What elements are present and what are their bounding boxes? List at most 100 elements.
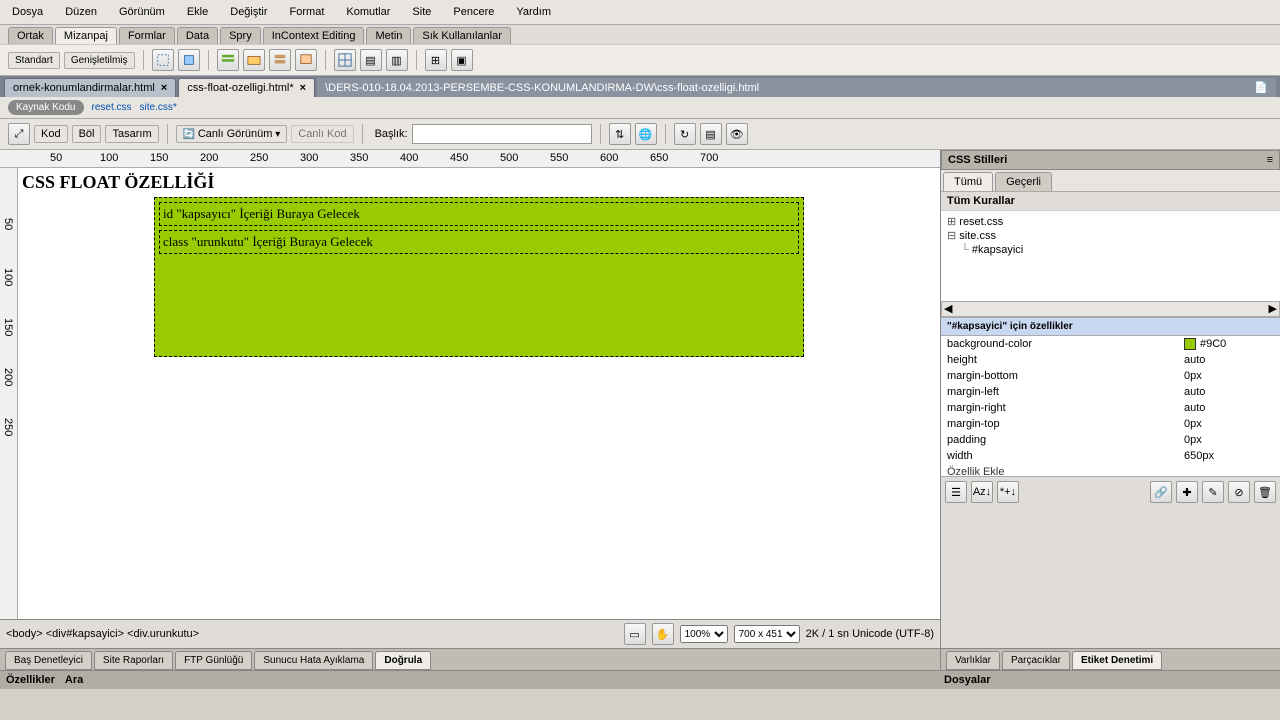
tasarim-button[interactable]: Tasarım	[105, 125, 158, 143]
menu-dosya[interactable]: Dosya	[8, 4, 47, 20]
iframe-icon[interactable]: ▣	[451, 49, 473, 71]
new-rule-icon[interactable]: ✚	[1176, 481, 1198, 503]
window-size-select[interactable]: 700 x 451	[734, 625, 800, 643]
kapsayici-content-row[interactable]: id "kapsayıcı" İçeriği Buraya Gelecek	[159, 202, 799, 226]
bt-site[interactable]: Site Raporları	[94, 651, 173, 670]
spry-tabbed-icon[interactable]	[243, 49, 265, 71]
hand-tool-icon[interactable]: ✋	[652, 623, 674, 645]
prop-row-add: Özellik Ekle	[941, 464, 1280, 476]
standart-button[interactable]: Standart	[8, 52, 60, 69]
tree-resetcss[interactable]: reset.css	[947, 215, 1274, 229]
canvas[interactable]: CSS FLOAT ÖZELLİĞİ id "kapsayıcı" İçeriğ…	[18, 168, 940, 619]
tree-scrollbar[interactable]: ◀▶	[941, 301, 1280, 317]
attach-css-icon[interactable]: 🔗	[1150, 481, 1172, 503]
rbt-parcaciklar[interactable]: Parçacıklar	[1002, 651, 1070, 670]
delete-rule-icon[interactable]: 🗑	[1254, 481, 1276, 503]
tab-ortak[interactable]: Ortak	[8, 27, 53, 44]
insert-apdiv-icon[interactable]	[178, 49, 200, 71]
doc-tab-cssfloat[interactable]: css-float-ozelligi.html* ×	[178, 78, 315, 97]
doc-tab-ornek[interactable]: ornek-konumlandirmalar.html ×	[4, 78, 176, 97]
tab-incontext[interactable]: InContext Editing	[263, 27, 365, 44]
show-set-icon[interactable]: *+↓	[997, 481, 1019, 503]
tree-kapsayici[interactable]: #kapsayici	[947, 243, 1274, 257]
menu-format[interactable]: Format	[286, 4, 329, 20]
tag-breadcrumb[interactable]: <body> <div#kapsayici> <div.urunkutu>	[6, 628, 618, 640]
panel-menu-icon[interactable]: ≡	[1267, 154, 1273, 166]
related-sitecss[interactable]: site.css*	[140, 102, 177, 113]
disable-rule-icon[interactable]: ⊘	[1228, 481, 1250, 503]
close-icon[interactable]: ×	[161, 82, 167, 94]
tab-data[interactable]: Data	[177, 27, 218, 44]
related-files-bar: Kaynak Kodu reset.css site.css*	[0, 97, 1280, 119]
table-icon[interactable]	[334, 49, 356, 71]
menu-ekle[interactable]: Ekle	[183, 4, 212, 20]
insert-tabs: Ortak Mizanpaj Formlar Data Spry InConte…	[0, 25, 1280, 44]
bol-button[interactable]: Böl	[72, 125, 102, 143]
color-swatch[interactable]	[1184, 338, 1196, 350]
menu-pencere[interactable]: Pencere	[449, 4, 498, 20]
footer-ara[interactable]: Ara	[65, 674, 83, 686]
canli-gorunum-button[interactable]: 🔄 Canlı Görünüm ▾	[176, 125, 288, 143]
tab-sik[interactable]: Sık Kullanılanlar	[413, 27, 511, 44]
refresh-icon[interactable]: ↻	[674, 123, 696, 145]
show-list-icon[interactable]: Aᴢ↓	[971, 481, 993, 503]
visual-aids-icon[interactable]: 👁	[726, 123, 748, 145]
css-styles-panel-head[interactable]: CSS Stilleri ≡	[941, 150, 1280, 170]
urunkutu-content-row[interactable]: class "urunkutu" İçeriği Buraya Gelecek	[159, 230, 799, 254]
rbt-varliklar[interactable]: Varlıklar	[946, 651, 1000, 670]
rules-tree[interactable]: reset.css site.css #kapsayici	[941, 211, 1280, 301]
menu-komutlar[interactable]: Komutlar	[342, 4, 394, 20]
bt-dogrula[interactable]: Doğrula	[375, 651, 431, 670]
tab-formlar[interactable]: Formlar	[119, 27, 175, 44]
spry-menu-icon[interactable]	[217, 49, 239, 71]
preview-browser-icon[interactable]: 🌐	[635, 123, 657, 145]
title-input[interactable]	[412, 124, 592, 144]
kapsayici-div[interactable]: id "kapsayıcı" İçeriği Buraya Gelecek cl…	[154, 197, 804, 357]
file-management-icon[interactable]: ⇅	[609, 123, 631, 145]
footer-dosyalar[interactable]: Dosyalar	[944, 674, 1274, 686]
rbt-etiket[interactable]: Etiket Denetimi	[1072, 651, 1162, 670]
frames-icon[interactable]: ⊞	[425, 49, 447, 71]
menu-site[interactable]: Site	[408, 4, 435, 20]
menu-duzen[interactable]: Düzen	[61, 4, 101, 20]
tree-sitecss[interactable]: site.css	[947, 229, 1274, 243]
spry-accordion-icon[interactable]	[269, 49, 291, 71]
prop-row: margin-top0px	[941, 416, 1280, 432]
related-resetcss[interactable]: reset.css	[92, 102, 132, 113]
genisletilmis-button[interactable]: Genişletilmiş	[64, 52, 135, 69]
menu-gorunum[interactable]: Görünüm	[115, 4, 169, 20]
tab-mizanpaj[interactable]: Mizanpaj	[55, 27, 117, 44]
expand-icon[interactable]: ⤢	[8, 123, 30, 145]
properties-table[interactable]: background-color#9C0 heightauto margin-b…	[941, 336, 1280, 476]
main-menubar: Dosya Düzen Görünüm Ekle Değiştir Format…	[0, 0, 1280, 25]
show-category-icon[interactable]: ☰	[945, 481, 967, 503]
zoom-select[interactable]: 100%	[680, 625, 728, 643]
css-panel-buttons: ☰ Aᴢ↓ *+↓ 🔗 ✚ ✎ ⊘ 🗑	[941, 476, 1280, 507]
kod-button[interactable]: Kod	[34, 125, 68, 143]
divider	[416, 50, 417, 70]
view-options-icon[interactable]: ▤	[700, 123, 722, 145]
close-icon[interactable]: ×	[300, 82, 306, 94]
spry-collapsible-icon[interactable]	[295, 49, 317, 71]
tab-spry[interactable]: Spry	[220, 27, 261, 44]
css-tab-tumu[interactable]: Tümü	[943, 172, 993, 191]
source-code-pill[interactable]: Kaynak Kodu	[8, 100, 84, 115]
insert-div-icon[interactable]	[152, 49, 174, 71]
bt-sunucu[interactable]: Sunucu Hata Ayıklama	[254, 651, 373, 670]
divider	[362, 124, 363, 144]
select-tool-icon[interactable]: ▭	[624, 623, 646, 645]
edit-rule-icon[interactable]: ✎	[1202, 481, 1224, 503]
prop-row: heightauto	[941, 352, 1280, 368]
bt-ftp[interactable]: FTP Günlüğü	[175, 651, 252, 670]
footer-ozellikler[interactable]: Özellikler	[6, 674, 55, 686]
tab-metin[interactable]: Metin	[366, 27, 411, 44]
document-tabs: ornek-konumlandirmalar.html × css-float-…	[0, 76, 1280, 97]
menu-yardim[interactable]: Yardım	[512, 4, 555, 20]
bt-bas[interactable]: Baş Denetleyici	[5, 651, 92, 670]
menu-degistir[interactable]: Değiştir	[226, 4, 271, 20]
divider	[208, 50, 209, 70]
prop-row: margin-bottom0px	[941, 368, 1280, 384]
css-tab-gecerli[interactable]: Geçerli	[995, 172, 1052, 191]
insert-row-below-icon[interactable]: ▥	[386, 49, 408, 71]
insert-row-above-icon[interactable]: ▤	[360, 49, 382, 71]
